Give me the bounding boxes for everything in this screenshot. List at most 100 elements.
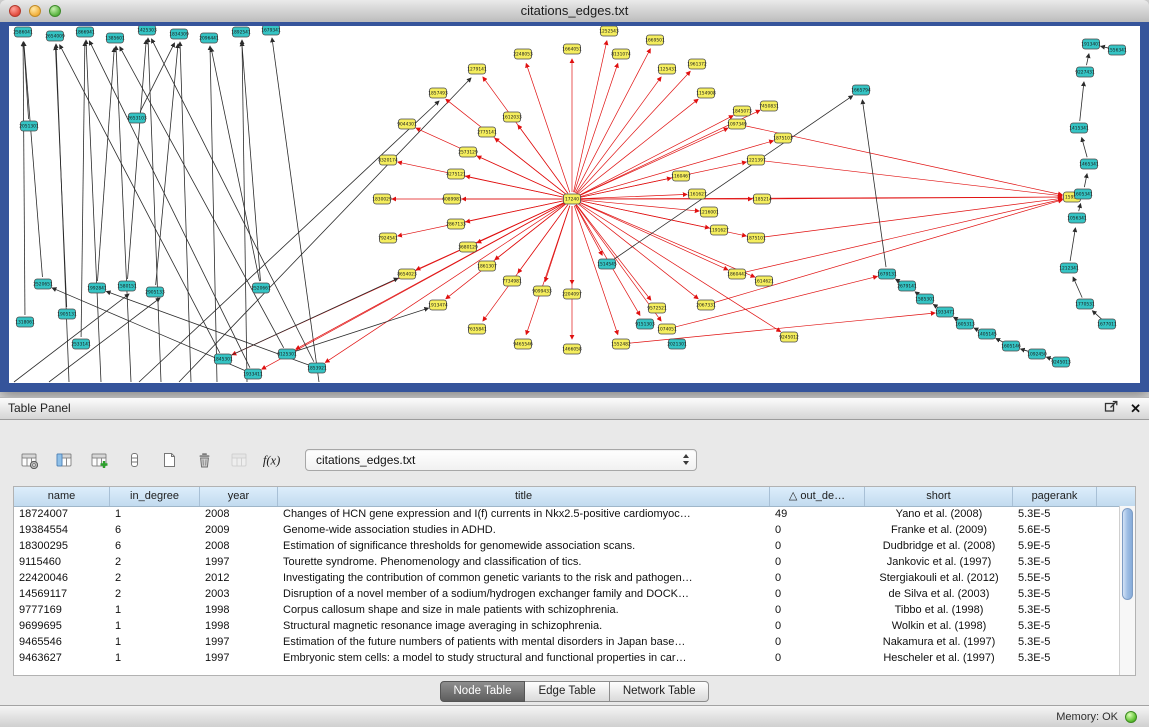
graph-node[interactable]: 1514545 xyxy=(597,259,617,269)
graph-node[interactable]: 9245013 xyxy=(1051,357,1071,367)
graph-node[interactable]: 2520661 xyxy=(251,283,271,293)
graph-node[interactable]: 3680129 xyxy=(458,242,478,252)
table-scrollbar[interactable] xyxy=(1119,506,1135,675)
window-zoom-button[interactable] xyxy=(49,5,61,17)
graph-node[interactable]: 1857493 xyxy=(428,88,448,98)
tab-edge-table[interactable]: Edge Table xyxy=(525,681,609,702)
graph-node[interactable]: 1830029 xyxy=(372,194,392,204)
graph-node[interactable]: 9099433 xyxy=(532,286,552,296)
graph-node[interactable]: 1933411 xyxy=(243,369,263,379)
column-header-pagerank[interactable]: pagerank xyxy=(1013,487,1097,506)
graph-node[interactable]: 2573129 xyxy=(458,147,478,157)
graph-node[interactable]: 1913474 xyxy=(428,300,448,310)
graph-node[interactable]: 1933471 xyxy=(935,307,955,317)
column-header-title[interactable]: title xyxy=(278,487,770,506)
function-builder-icon[interactable]: f(x) xyxy=(261,447,287,473)
graph-node[interactable]: 1665794 xyxy=(851,85,871,95)
table-mode-icon[interactable] xyxy=(16,447,42,473)
table-row[interactable]: 1830029562008Estimation of significance … xyxy=(14,538,1120,554)
graph-node[interactable]: 1216001 xyxy=(699,207,719,217)
graph-node[interactable]: 1318061 xyxy=(15,317,35,327)
graph-node[interactable]: 1664051 xyxy=(562,44,582,54)
column-header-short[interactable]: short xyxy=(865,487,1013,506)
tab-node-table[interactable]: Node Table xyxy=(440,681,526,702)
graph-node[interactable]: 1212341 xyxy=(1059,263,1079,273)
graph-node[interactable]: 2021301 xyxy=(667,339,687,349)
graph-node[interactable]: 9465546 xyxy=(513,339,533,349)
graph-node[interactable]: 1161627 xyxy=(687,189,707,199)
graph-node[interactable]: 1154908 xyxy=(696,88,716,98)
graph-node[interactable]: 1913401 xyxy=(1081,39,1101,49)
show-columns-icon[interactable] xyxy=(51,447,77,473)
graph-node[interactable]: 2905133 xyxy=(145,287,165,297)
graph-node[interactable]: 1385601 xyxy=(105,33,125,43)
new-table-icon[interactable] xyxy=(156,447,182,473)
graph-node[interactable]: 2679141 xyxy=(897,281,917,291)
graph-node[interactable]: 1405145 xyxy=(977,329,997,339)
graph-node[interactable]: 1191627 xyxy=(709,225,729,235)
graph-node[interactable]: 1415341 xyxy=(1069,123,1089,133)
table-row[interactable]: 1456911722003Disruption of a novel membe… xyxy=(14,586,1120,602)
graph-node[interactable]: 2775141 xyxy=(477,127,497,137)
graph-node[interactable]: 1875103 xyxy=(773,133,793,143)
column-header-out_degree[interactable]: △ out_de… xyxy=(770,487,865,506)
tab-network-table[interactable]: Network Table xyxy=(610,681,710,702)
graph-node[interactable]: 9227431 xyxy=(1075,67,1095,77)
table-row[interactable]: 969969511998Structural magnetic resonanc… xyxy=(14,618,1120,634)
graph-node[interactable]: 7450831 xyxy=(759,101,779,111)
graph-node[interactable]: 1961372 xyxy=(687,59,707,69)
graph-node[interactable]: 2586041 xyxy=(13,27,33,37)
create-column-icon[interactable] xyxy=(86,447,112,473)
table-row[interactable]: 2242004622012Investigating the contribut… xyxy=(14,570,1120,586)
column-header-year[interactable]: year xyxy=(200,487,278,506)
graph-node[interactable]: 2654009 xyxy=(45,31,65,41)
graph-node[interactable]: 9044301 xyxy=(397,119,417,129)
graph-node[interactable]: 1252543 xyxy=(599,26,619,36)
graph-node[interactable]: 2867133 xyxy=(446,219,466,229)
table-source-dropdown[interactable]: citations_edges.txt xyxy=(305,449,697,471)
graph-node[interactable]: 1614621 xyxy=(754,276,774,286)
graph-node[interactable]: 9572521 xyxy=(647,303,667,313)
graph-node[interactable]: 1160467 xyxy=(671,171,691,181)
graph-node[interactable]: 1056341 xyxy=(1067,213,1087,223)
window-minimize-button[interactable] xyxy=(29,5,41,17)
graph-node[interactable]: 1866941 xyxy=(75,27,95,37)
graph-node[interactable]: 7924541 xyxy=(378,233,398,243)
graph-node[interactable]: 1612033 xyxy=(502,112,522,122)
graph-node[interactable]: 2067331 xyxy=(696,300,716,310)
graph-node[interactable]: 1845301 xyxy=(213,354,233,364)
graph-node[interactable]: 8131074 xyxy=(611,49,631,59)
graph-node[interactable]: 1905131 xyxy=(57,309,77,319)
delete-column-icon[interactable] xyxy=(191,447,217,473)
graph-node[interactable]: 1605341 xyxy=(1073,189,1093,199)
graph-node[interactable]: 1875101 xyxy=(746,233,766,243)
graph-node[interactable]: 1585301 xyxy=(915,294,935,304)
graph-node[interactable]: 1125431 xyxy=(657,64,677,74)
graph-node[interactable]: 2653103 xyxy=(127,113,147,123)
network-graph-canvas[interactable]: 1724011852141221397109734911549081125431… xyxy=(9,26,1140,383)
graph-node[interactable]: 1552482 xyxy=(611,339,631,349)
graph-node[interactable]: 1097349 xyxy=(727,119,747,129)
graph-node[interactable]: 1221397 xyxy=(746,155,766,165)
graph-node[interactable]: 1580151 xyxy=(117,281,137,291)
graph-node[interactable]: 1669501 xyxy=(645,35,665,45)
graph-node[interactable]: 1834309 xyxy=(169,29,189,39)
graph-node[interactable]: 1845073 xyxy=(732,106,752,116)
graph-node[interactable]: 1677011 xyxy=(1097,319,1117,329)
table-row[interactable]: 1872400712008Changes of HCN gene express… xyxy=(14,506,1120,522)
table-row[interactable]: 911546021997Tourette syndrome. Phenomeno… xyxy=(14,554,1120,570)
graph-node[interactable]: 2051301 xyxy=(19,121,39,131)
table-row[interactable]: 946362711997Embryonic stem cells: a mode… xyxy=(14,650,1120,666)
graph-node[interactable]: 9245012 xyxy=(779,332,799,342)
graph-node[interactable]: 2096441 xyxy=(199,33,219,43)
table-row[interactable]: 977716911998Corpus callosum shape and si… xyxy=(14,602,1120,618)
graph-node[interactable]: 8125301 xyxy=(277,349,297,359)
close-panel-button[interactable]: ✕ xyxy=(1130,398,1141,419)
graph-node[interactable]: 2520651 xyxy=(33,279,53,289)
rows-icon[interactable] xyxy=(121,447,147,473)
graph-node[interactable]: 1679341 xyxy=(261,26,281,35)
table-row[interactable]: 946554611997Estimation of the future num… xyxy=(14,634,1120,650)
column-header-name[interactable]: name xyxy=(14,487,110,506)
graph-node[interactable]: 1185214 xyxy=(752,194,772,204)
graph-node[interactable]: 8654023 xyxy=(397,269,417,279)
